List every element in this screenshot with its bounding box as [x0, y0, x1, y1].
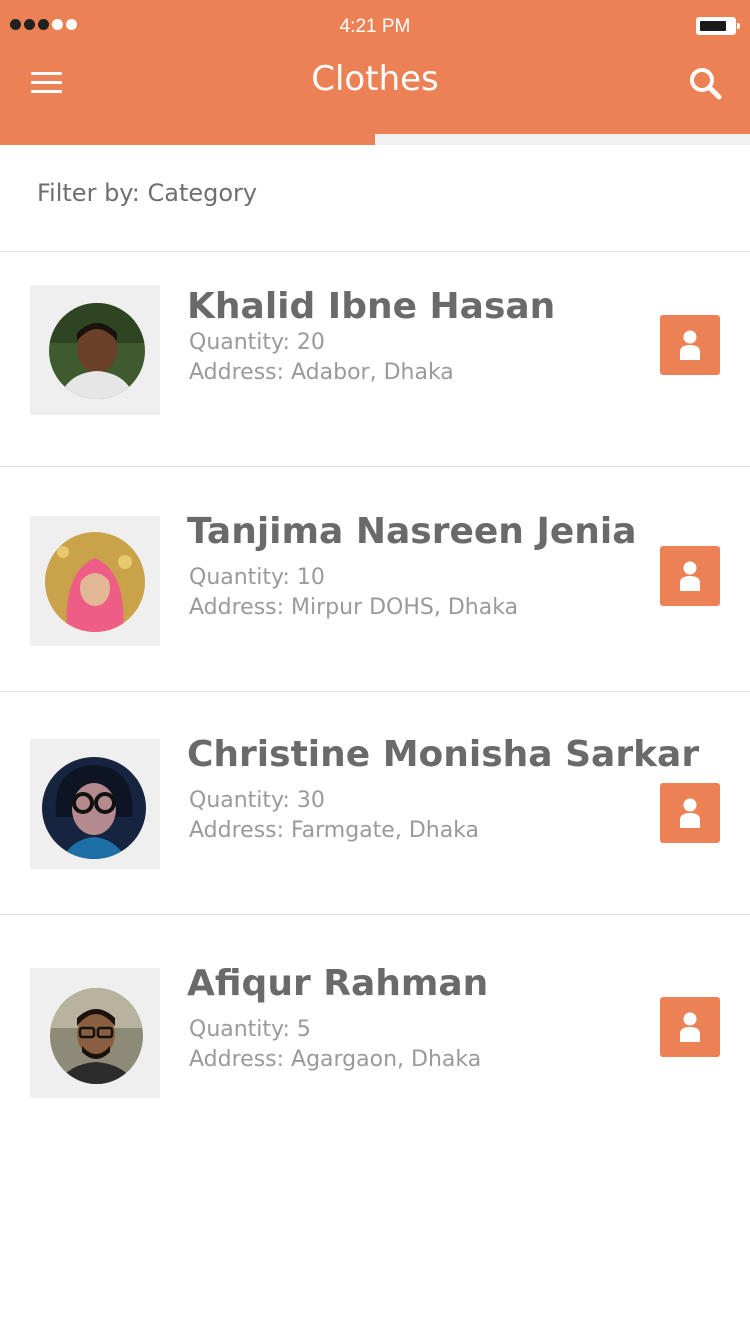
avatar: [49, 303, 145, 399]
avatar-frame: [30, 739, 160, 869]
search-icon[interactable]: [686, 64, 726, 104]
profile-button[interactable]: [660, 546, 720, 606]
person-icon: [680, 798, 700, 828]
status-time: 4:21 PM: [339, 16, 411, 37]
app-header: 4:21 PM Clothes: [0, 0, 750, 145]
quantity: Quantity: 20: [189, 330, 325, 355]
address: Address: Agargaon, Dhaka: [189, 1047, 482, 1072]
address: Address: Mirpur DOHS, Dhaka: [189, 595, 519, 620]
person-name: Tanjima Nasreen Jenia: [187, 511, 637, 552]
avatar-frame: [30, 516, 160, 646]
filter-by-category[interactable]: Filter by: Category: [37, 179, 257, 207]
divider: [0, 914, 750, 915]
profile-button[interactable]: [660, 997, 720, 1057]
quantity: Quantity: 30: [189, 788, 325, 813]
person-icon: [680, 330, 700, 360]
quantity: Quantity: 10: [189, 565, 325, 590]
avatar: [50, 988, 143, 1084]
avatar-frame: [30, 968, 160, 1098]
address: Address: Farmgate, Dhaka: [189, 818, 480, 843]
profile-button[interactable]: [660, 315, 720, 375]
person-icon: [680, 1012, 700, 1042]
avatar: [45, 532, 145, 632]
battery-icon: [696, 17, 740, 35]
status-bar: 4:21 PM: [0, 0, 750, 54]
page-title: Clothes: [311, 59, 439, 99]
person-name: Christine Monisha Sarkar: [187, 734, 700, 775]
tab-indicator-track: [375, 134, 750, 145]
divider: [0, 251, 750, 252]
divider: [0, 691, 750, 692]
person-name: Afiqur Rahman: [187, 963, 489, 1004]
person-icon: [680, 561, 700, 591]
quantity: Quantity: 5: [189, 1017, 311, 1042]
address: Address: Adabor, Dhaka: [189, 360, 454, 385]
profile-button[interactable]: [660, 783, 720, 843]
avatar-frame: [30, 285, 160, 415]
person-name: Khalid Ibne Hasan: [187, 286, 556, 327]
avatar: [42, 757, 146, 859]
divider: [0, 466, 750, 467]
